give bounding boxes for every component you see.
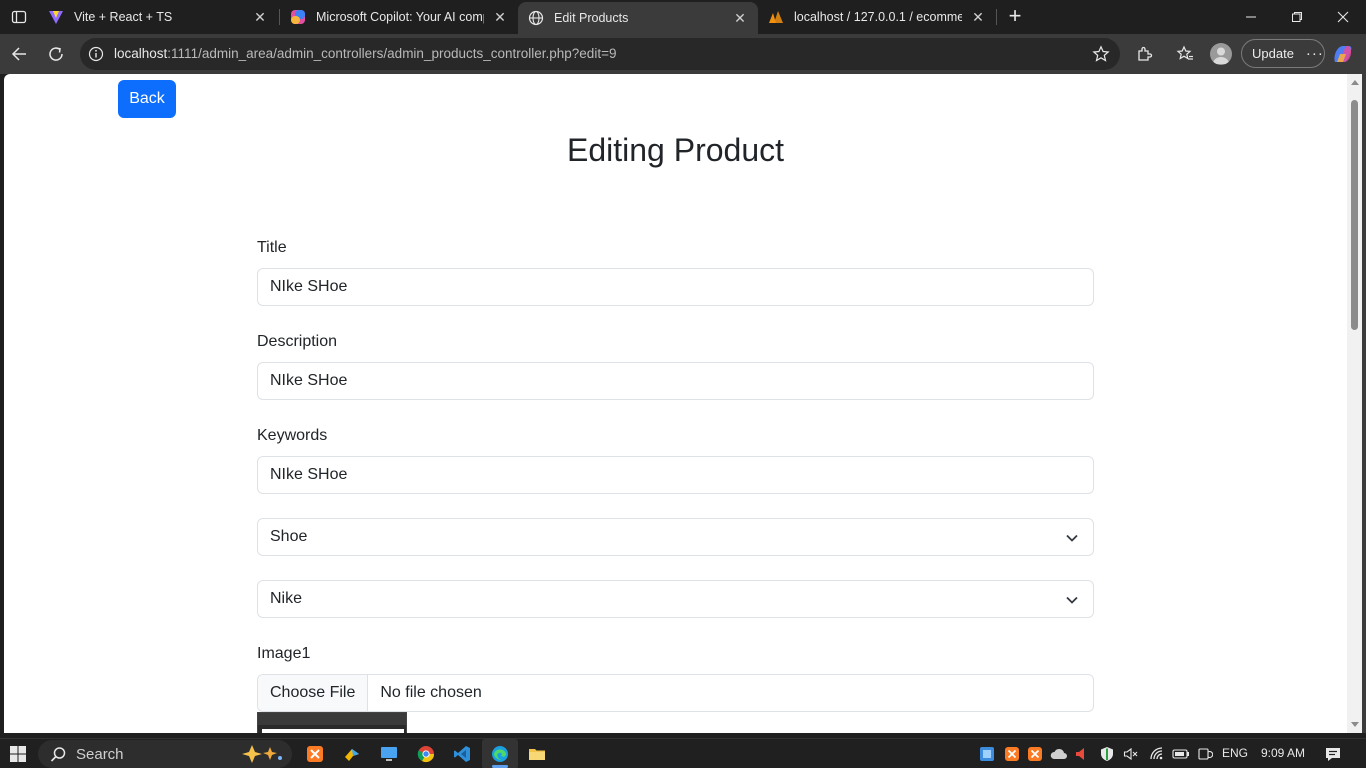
keywords-label: Keywords xyxy=(257,427,328,444)
tab-divider xyxy=(996,9,997,25)
preview-detail xyxy=(258,713,406,725)
battery-icon[interactable] xyxy=(1170,743,1192,765)
brand-select[interactable]: Nike xyxy=(257,580,1094,618)
file-status-text: No file chosen xyxy=(380,684,482,701)
search-label: Search xyxy=(76,746,124,763)
update-button[interactable]: Update ··· xyxy=(1241,39,1325,68)
close-icon[interactable]: ✕ xyxy=(732,10,748,26)
sparkle-icon xyxy=(242,745,282,763)
cloud-icon[interactable] xyxy=(1048,743,1070,765)
favorites-icon[interactable] xyxy=(1174,43,1196,65)
clock[interactable]: 9:09 AM xyxy=(1261,746,1305,760)
page-title: Editing Product xyxy=(566,132,784,168)
tab-title: localhost / 127.0.0.1 / ecommerce xyxy=(794,10,962,24)
desktop-app-icon[interactable] xyxy=(378,743,400,765)
tab-phpmyadmin[interactable]: localhost / 127.0.0.1 / ecommerce ✕ xyxy=(758,2,996,32)
address-bar[interactable]: localhost:1111/admin_area/admin_controll… xyxy=(80,38,1120,70)
tab-actions-icon[interactable] xyxy=(8,6,30,28)
notifications-icon[interactable] xyxy=(1322,743,1344,765)
chrome-icon[interactable] xyxy=(415,743,437,765)
xampp-icon[interactable] xyxy=(304,743,326,765)
globe-icon xyxy=(528,10,544,26)
window-edge xyxy=(1362,74,1366,733)
language-indicator[interactable]: ENG xyxy=(1222,746,1248,760)
tab-title: Vite + React + TS xyxy=(74,10,173,24)
category-select[interactable]: Shoe xyxy=(257,518,1094,556)
page-scrollbar[interactable] xyxy=(1347,74,1362,733)
url-host: localhost xyxy=(114,46,168,61)
chevron-down-icon xyxy=(1066,596,1078,604)
tray-app-icon[interactable] xyxy=(976,743,998,765)
security-shield-icon[interactable] xyxy=(1096,743,1118,765)
close-icon[interactable]: ✕ xyxy=(252,9,268,25)
chevron-down-icon xyxy=(1066,534,1078,542)
windows-start-icon[interactable] xyxy=(7,743,29,765)
tab-edit-products[interactable]: Edit Products ✕ xyxy=(518,2,758,34)
url-text: localhost:1111/admin_area/admin_controll… xyxy=(114,46,616,61)
restore-icon[interactable] xyxy=(1274,0,1320,34)
refresh-icon[interactable] xyxy=(45,43,67,65)
new-tab-button[interactable]: + xyxy=(1004,5,1026,28)
extensions-icon[interactable] xyxy=(1133,43,1155,65)
tab-strip: Vite + React + TS ✕ Microsoft Copilot: Y… xyxy=(0,0,1366,34)
scroll-up-icon[interactable] xyxy=(1351,80,1359,85)
minimize-icon[interactable] xyxy=(1228,0,1274,34)
file-explorer-icon[interactable] xyxy=(526,743,548,765)
copilot-icon xyxy=(291,10,305,24)
back-button[interactable]: Back xyxy=(118,80,176,118)
title-input[interactable]: NIke SHoe xyxy=(257,268,1094,306)
favorite-star-icon[interactable] xyxy=(1092,45,1110,63)
image1-file-input[interactable]: Choose File No file chosen xyxy=(257,674,1094,712)
xampp-tray-icon[interactable] xyxy=(1024,743,1046,765)
tab-copilot[interactable]: Microsoft Copilot: Your AI compa ✕ xyxy=(280,2,518,32)
xampp-tray-icon[interactable] xyxy=(1001,743,1023,765)
description-label: Description xyxy=(257,333,338,350)
windows-taskbar: Search ENG 9:09 AM xyxy=(0,738,1366,768)
back-arrow-icon[interactable] xyxy=(8,43,30,65)
tab-title: Edit Products xyxy=(554,11,629,25)
close-icon[interactable]: ✕ xyxy=(492,9,508,25)
tab-title: Microsoft Copilot: Your AI compa xyxy=(316,10,484,24)
more-options-icon[interactable]: ··· xyxy=(1306,45,1324,62)
scrollbar-thumb[interactable] xyxy=(1351,100,1358,330)
copilot-icon[interactable] xyxy=(1331,42,1355,66)
brand-selected-value: Nike xyxy=(270,590,303,607)
edge-icon[interactable] xyxy=(489,743,511,765)
browser-toolbar: localhost:1111/admin_area/admin_controll… xyxy=(0,34,1366,74)
app-icon[interactable] xyxy=(341,743,363,765)
tab-vite[interactable]: Vite + React + TS ✕ xyxy=(38,2,278,32)
speaker-tray-icon[interactable] xyxy=(1071,743,1093,765)
page-content: Back Editing Product Title NIke SHoe Des… xyxy=(4,74,1347,733)
image1-preview xyxy=(257,712,407,733)
preview-detail xyxy=(262,729,404,733)
image1-label: Image1 xyxy=(257,645,311,662)
category-selected-value: Shoe xyxy=(270,528,308,545)
update-label: Update xyxy=(1252,46,1294,61)
vite-icon xyxy=(49,11,63,24)
sync-icon[interactable] xyxy=(1194,743,1216,765)
title-label: Title xyxy=(257,239,287,256)
taskbar-search[interactable]: Search xyxy=(38,740,292,768)
phpmyadmin-icon xyxy=(769,11,783,23)
choose-file-button[interactable]: Choose File xyxy=(258,675,369,711)
site-info-icon[interactable] xyxy=(88,46,104,62)
url-path: :1111/admin_area/admin_controllers/admin… xyxy=(167,46,617,61)
window-close-icon[interactable] xyxy=(1320,0,1366,34)
volume-muted-icon[interactable] xyxy=(1120,743,1142,765)
description-input[interactable]: NIke SHoe xyxy=(257,362,1094,400)
close-icon[interactable]: ✕ xyxy=(970,9,986,25)
profile-avatar[interactable] xyxy=(1210,43,1232,65)
search-icon xyxy=(50,747,66,762)
keywords-input[interactable]: NIke SHoe xyxy=(257,456,1094,494)
vscode-icon[interactable] xyxy=(451,743,473,765)
wifi-icon[interactable] xyxy=(1146,743,1168,765)
scroll-down-icon[interactable] xyxy=(1351,722,1359,727)
